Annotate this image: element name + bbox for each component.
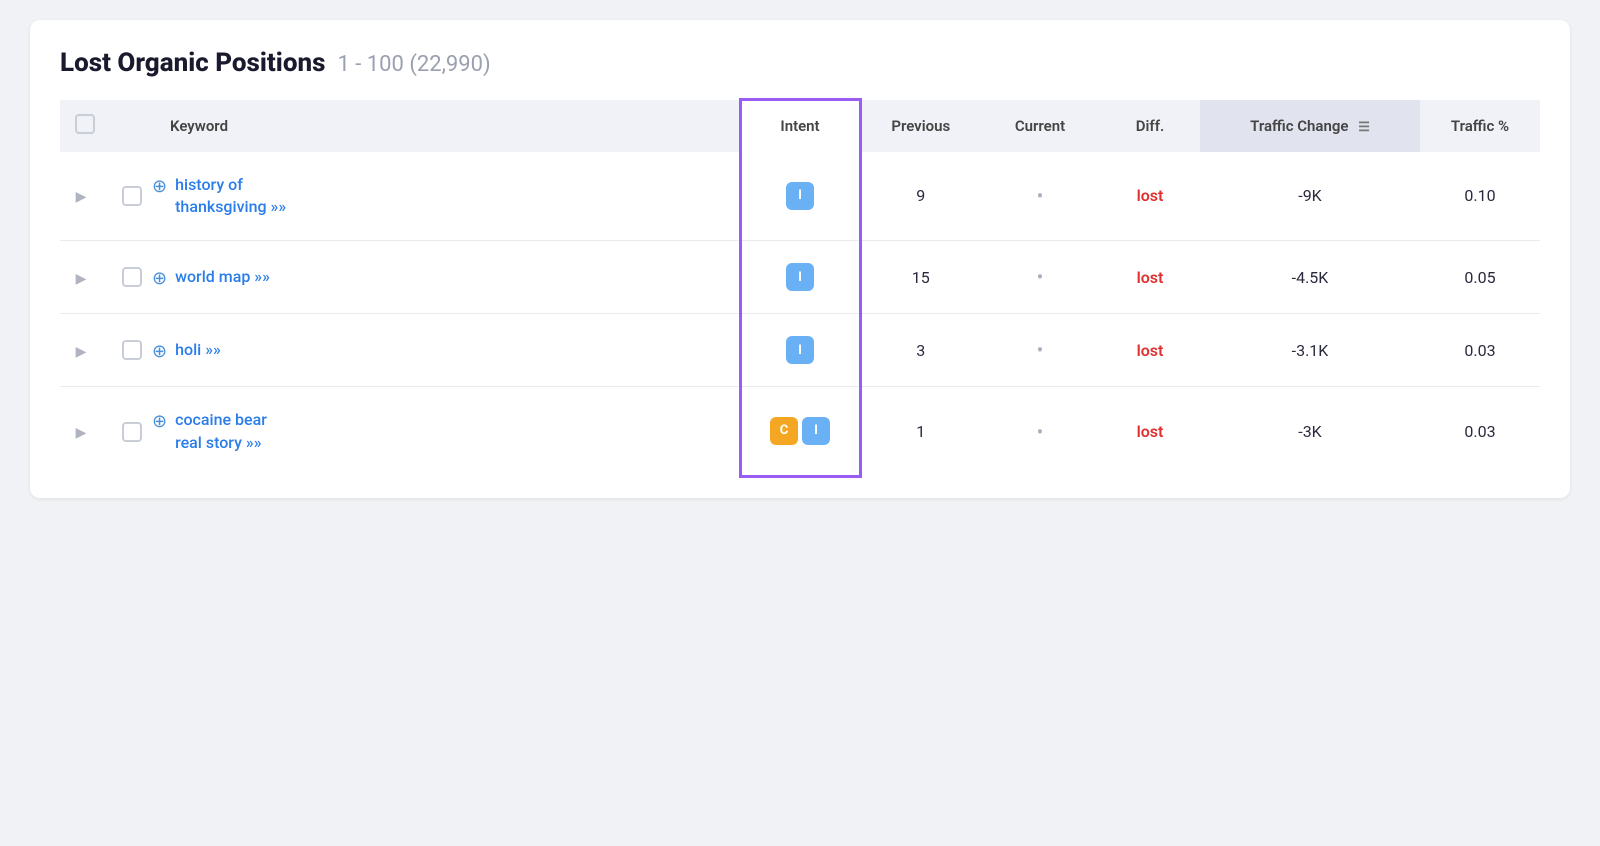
current-cell: • <box>980 152 1100 241</box>
row-expand-cell: ▶ <box>60 152 110 241</box>
page-title: Lost Organic Positions <box>60 48 325 78</box>
traffic-pct-cell: 0.03 <box>1420 314 1540 387</box>
table-header-row: Keyword Intent Previous Current Diff. Tr… <box>60 100 1540 152</box>
col-header-traffic-change: Traffic Change ☰ <box>1200 100 1420 152</box>
keyword-link[interactable]: world map »» <box>175 266 270 288</box>
previous-cell: 9 <box>860 152 980 241</box>
table-body: ▶ ⊕ history ofthanksgiving »» I 9 • lost -9K… <box>60 152 1540 477</box>
current-dot: • <box>1037 184 1044 208</box>
diff-cell: lost <box>1100 314 1200 387</box>
keyword-cell-inner: ⊕ history ofthanksgiving »» <box>122 174 727 219</box>
table-row: ▶ ⊕ cocaine bearreal story »» CI 1 • lost -3… <box>60 387 1540 476</box>
intent-cell: I <box>740 152 860 241</box>
intent-badge-I: I <box>786 263 814 291</box>
add-keyword-icon[interactable]: ⊕ <box>152 268 167 289</box>
diff-lost-label: lost <box>1137 186 1164 205</box>
keyword-cell-inner: ⊕ world map »» <box>122 266 727 289</box>
page-header: Lost Organic Positions 1 - 100 (22,990) <box>60 48 1540 78</box>
col-header-traffic-pct: Traffic % <box>1420 100 1540 152</box>
keyword-cell-inner: ⊕ holi »» <box>122 339 727 362</box>
previous-cell: 3 <box>860 314 980 387</box>
table-row: ▶ ⊕ holi »» I 3 • lost -3.1K 0.03 <box>60 314 1540 387</box>
keyword-link[interactable]: history ofthanksgiving »» <box>175 174 286 219</box>
expand-chevron[interactable]: ▶ <box>76 271 93 287</box>
row-expand-cell: ▶ <box>60 241 110 314</box>
intent-badge-I: I <box>802 417 830 445</box>
traffic-change-value: -3.1K <box>1292 341 1329 360</box>
intent-badges: I <box>754 263 847 291</box>
row-expand-cell: ▶ <box>60 314 110 387</box>
intent-cell: I <box>740 241 860 314</box>
traffic-change-cell: -3K <box>1200 387 1420 476</box>
previous-cell: 15 <box>860 241 980 314</box>
intent-badges: I <box>754 182 847 210</box>
traffic-change-value: -9K <box>1298 186 1321 205</box>
header-select-all <box>60 100 110 152</box>
intent-badge-I: I <box>786 336 814 364</box>
positions-table: Keyword Intent Previous Current Diff. Tr… <box>60 98 1540 478</box>
diff-lost-label: lost <box>1137 268 1164 287</box>
keyword-cell: ⊕ world map »» <box>110 241 740 314</box>
row-checkbox[interactable] <box>122 186 142 206</box>
traffic-change-value: -4.5K <box>1292 268 1329 287</box>
add-keyword-icon[interactable]: ⊕ <box>152 341 167 362</box>
row-checkbox[interactable] <box>122 422 142 442</box>
current-cell: • <box>980 241 1100 314</box>
add-keyword-icon[interactable]: ⊕ <box>152 176 167 197</box>
col-header-keyword: Keyword <box>110 100 740 152</box>
keyword-expand-area: ⊕ holi »» <box>152 339 221 362</box>
intent-badges: I <box>754 336 847 364</box>
intent-badge-C: C <box>770 417 798 445</box>
traffic-pct-cell: 0.05 <box>1420 241 1540 314</box>
select-all-checkbox[interactable] <box>75 114 95 134</box>
row-checkbox[interactable] <box>122 267 142 287</box>
intent-cell: CI <box>740 387 860 476</box>
main-container: Lost Organic Positions 1 - 100 (22,990) … <box>30 20 1570 498</box>
traffic-change-cell: -9K <box>1200 152 1420 241</box>
page-range: 1 - 100 (22,990) <box>337 52 490 77</box>
col-header-current: Current <box>980 100 1100 152</box>
traffic-change-value: -3K <box>1298 422 1321 441</box>
diff-lost-label: lost <box>1137 422 1164 441</box>
col-header-intent: Intent <box>740 100 860 152</box>
traffic-pct-cell: 0.10 <box>1420 152 1540 241</box>
keyword-cell: ⊕ holi »» <box>110 314 740 387</box>
keyword-expand-area: ⊕ world map »» <box>152 266 270 289</box>
filter-icon[interactable]: ☰ <box>1358 120 1370 135</box>
previous-cell: 1 <box>860 387 980 476</box>
keyword-cell: ⊕ history ofthanksgiving »» <box>110 152 740 241</box>
intent-badge-I: I <box>786 182 814 210</box>
table-row: ▶ ⊕ world map »» I 15 • lost -4.5K 0.05 <box>60 241 1540 314</box>
keyword-expand-area: ⊕ history ofthanksgiving »» <box>152 174 286 219</box>
keyword-link[interactable]: cocaine bearreal story »» <box>175 409 267 454</box>
col-header-diff: Diff. <box>1100 100 1200 152</box>
table-row: ▶ ⊕ history ofthanksgiving »» I 9 • lost -9K… <box>60 152 1540 241</box>
expand-chevron[interactable]: ▶ <box>76 189 93 205</box>
keyword-expand-area: ⊕ cocaine bearreal story »» <box>152 409 267 454</box>
intent-cell: I <box>740 314 860 387</box>
current-cell: • <box>980 314 1100 387</box>
intent-badges: CI <box>754 417 847 445</box>
traffic-pct-cell: 0.03 <box>1420 387 1540 476</box>
row-checkbox[interactable] <box>122 340 142 360</box>
diff-cell: lost <box>1100 152 1200 241</box>
col-header-previous: Previous <box>860 100 980 152</box>
diff-lost-label: lost <box>1137 341 1164 360</box>
keyword-cell-inner: ⊕ cocaine bearreal story »» <box>122 409 727 454</box>
expand-chevron[interactable]: ▶ <box>76 425 93 441</box>
traffic-change-cell: -3.1K <box>1200 314 1420 387</box>
keyword-link[interactable]: holi »» <box>175 339 221 361</box>
current-dot: • <box>1037 265 1044 289</box>
diff-cell: lost <box>1100 241 1200 314</box>
diff-cell: lost <box>1100 387 1200 476</box>
row-expand-cell: ▶ <box>60 387 110 476</box>
current-cell: • <box>980 387 1100 476</box>
expand-chevron[interactable]: ▶ <box>76 344 93 360</box>
current-dot: • <box>1037 338 1044 362</box>
current-dot: • <box>1037 420 1044 444</box>
traffic-change-cell: -4.5K <box>1200 241 1420 314</box>
keyword-cell: ⊕ cocaine bearreal story »» <box>110 387 740 476</box>
add-keyword-icon[interactable]: ⊕ <box>152 411 167 432</box>
